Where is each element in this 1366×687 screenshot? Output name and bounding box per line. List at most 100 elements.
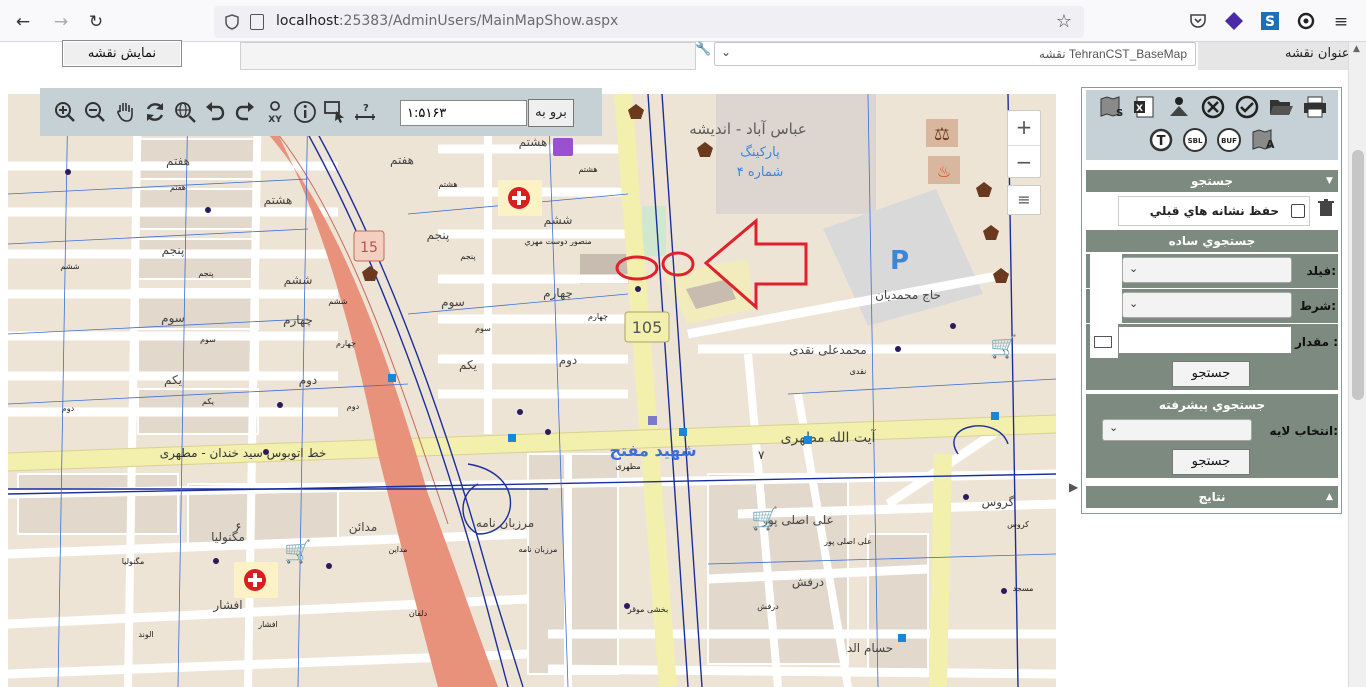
value-input[interactable]: [1118, 326, 1292, 354]
open-folder-icon[interactable]: [1268, 94, 1294, 120]
svg-text:S: S: [1116, 108, 1123, 119]
refresh-icon[interactable]: [143, 100, 167, 124]
reload-icon[interactable]: ↻: [85, 11, 107, 33]
tag-t-icon[interactable]: T: [1148, 127, 1174, 153]
svg-text:۷: ۷: [758, 448, 765, 462]
svg-text:افشار: افشار: [257, 620, 277, 629]
menu-icon[interactable]: ≡: [1330, 11, 1352, 33]
zoom-plus-button[interactable]: +: [1008, 111, 1040, 145]
svg-text:حاج محمديان: حاج محمديان: [875, 288, 941, 302]
svg-text:پنجم: پنجم: [162, 243, 185, 257]
page-scrollbar[interactable]: ▲: [1348, 42, 1366, 687]
svg-text:15: 15: [360, 240, 378, 256]
clear-icon[interactable]: [1200, 94, 1226, 120]
layer-list-button[interactable]: ≡: [1007, 185, 1041, 215]
page-icon: [250, 14, 264, 30]
field-row-cell: [1090, 254, 1122, 288]
map-graphic[interactable]: P هفتم هشتم پنجم ششم سوم چهارم دوم يکم ه…: [8, 94, 1056, 687]
map-canvas[interactable]: P هفتم هشتم پنجم ششم سوم چهارم دوم يکم ه…: [8, 94, 1056, 687]
svg-text:يکم: يکم: [202, 397, 214, 406]
map-label-icon[interactable]: A: [1250, 127, 1276, 153]
scrollbar-thumb[interactable]: [1352, 150, 1364, 400]
svg-text:پنجم: پنجم: [460, 252, 475, 261]
go-to-button[interactable]: برو به: [528, 99, 574, 127]
panel-toggle-arrow-icon[interactable]: ▶: [1069, 480, 1078, 494]
globe-search-icon[interactable]: [173, 100, 197, 124]
layer-select[interactable]: ⌄: [1102, 419, 1252, 441]
extension-s-icon[interactable]: S: [1260, 11, 1280, 31]
undo-icon[interactable]: [203, 100, 227, 124]
svg-text:ششم: ششم: [328, 297, 347, 306]
simple-search-button[interactable]: جستجو: [1172, 361, 1250, 387]
hospital-icon-2: [234, 562, 278, 598]
svg-text:هفتم: هفتم: [170, 183, 186, 192]
svg-text:مدائن: مدائن: [349, 520, 378, 535]
condition-select[interactable]: ⌄: [1122, 292, 1292, 318]
select-region-icon[interactable]: [323, 100, 347, 124]
coordinates-xy-icon[interactable]: XY: [263, 100, 287, 124]
svg-text:مرزبان نامه: مرزبان نامه: [476, 516, 534, 531]
color-box[interactable]: [1094, 336, 1112, 348]
zoom-out-icon[interactable]: [83, 100, 107, 124]
city-blocks: [17, 138, 929, 675]
svg-text:105: 105: [632, 318, 663, 337]
sbl-icon[interactable]: SBL: [1182, 127, 1208, 153]
svg-text:مداین: مداین: [388, 545, 407, 554]
condition-row-cell: [1090, 289, 1122, 323]
wrench-icon[interactable]: 🔧: [695, 42, 713, 60]
show-map-button[interactable]: نمايش نقشه: [62, 40, 182, 67]
hotel-icon: [553, 138, 573, 156]
print-icon[interactable]: [1302, 94, 1328, 120]
address-bar[interactable]: localhost:25383/AdminUsers/MainMapShow.a…: [214, 6, 1084, 38]
zoom-minus-button[interactable]: −: [1008, 145, 1040, 179]
extension-circle-icon[interactable]: [1296, 11, 1316, 31]
svg-text:XY: XY: [268, 115, 282, 124]
back-arrow-icon[interactable]: ←: [12, 11, 34, 33]
svg-text:سوم: سوم: [161, 311, 185, 326]
svg-text:سوم: سوم: [475, 324, 491, 333]
info-icon[interactable]: [293, 100, 317, 124]
svg-text:يکم: يکم: [164, 373, 182, 387]
svg-text:درفش: درفش: [792, 575, 824, 590]
search-section-header[interactable]: جستجو ▼: [1086, 170, 1338, 192]
svg-text:۶: ۶: [235, 520, 241, 534]
route-icon[interactable]: [1166, 94, 1192, 120]
advanced-search-button[interactable]: جستجو: [1172, 449, 1250, 475]
svg-text:شهید مفتح: شهید مفتح: [609, 441, 696, 460]
check-icon[interactable]: [1234, 94, 1260, 120]
svg-text:چهارم: چهارم: [336, 339, 356, 348]
map-title-select[interactable]: ⌄ نقشه TehranCST_BaseMap: [714, 42, 1196, 66]
svg-text:ششم: ششم: [284, 273, 313, 287]
redo-icon[interactable]: [233, 100, 257, 124]
collapse-icon[interactable]: ▼: [1326, 170, 1333, 192]
svg-text:T: T: [1157, 134, 1166, 149]
svg-text:چهارم: چهارم: [283, 313, 313, 328]
svg-text:پنجم: پنجم: [427, 228, 450, 242]
results-section-header[interactable]: نتايج ▲: [1086, 486, 1338, 508]
svg-text:پارکينگ: پارکينگ: [740, 144, 780, 160]
excel-icon[interactable]: X: [1132, 94, 1158, 120]
trash-icon[interactable]: [1318, 199, 1334, 217]
svg-text:⚖: ⚖: [934, 124, 950, 145]
keep-markers-row: حفظ نشانه هاي قبلي: [1118, 196, 1310, 226]
zoom-in-icon[interactable]: [53, 100, 77, 124]
hospital-icon: [498, 180, 542, 216]
svg-text:گروس: گروس: [982, 495, 1015, 510]
measure-icon[interactable]: ?: [353, 100, 377, 124]
layer-select-label: انتخاب لايه:: [1269, 424, 1338, 438]
buffer-icon[interactable]: BUF: [1216, 127, 1242, 153]
keep-markers-checkbox[interactable]: [1291, 204, 1305, 218]
expand-icon[interactable]: ▲: [1326, 486, 1333, 508]
pan-hand-icon[interactable]: [113, 100, 137, 124]
field-select[interactable]: ⌄: [1122, 257, 1292, 283]
scale-input[interactable]: [400, 100, 527, 126]
chevron-down-icon: ⌄: [721, 45, 732, 59]
pocket-icon[interactable]: [1188, 11, 1208, 31]
forward-arrow-icon[interactable]: →: [50, 11, 72, 33]
map-sql-icon[interactable]: S: [1098, 94, 1124, 120]
scroll-up-icon: ▲: [1353, 44, 1360, 54]
extension-icon[interactable]: [1224, 11, 1244, 31]
bookmark-star-icon[interactable]: ☆: [1056, 11, 1072, 32]
poi-square: [648, 416, 657, 425]
svg-text:سوم: سوم: [200, 335, 216, 344]
